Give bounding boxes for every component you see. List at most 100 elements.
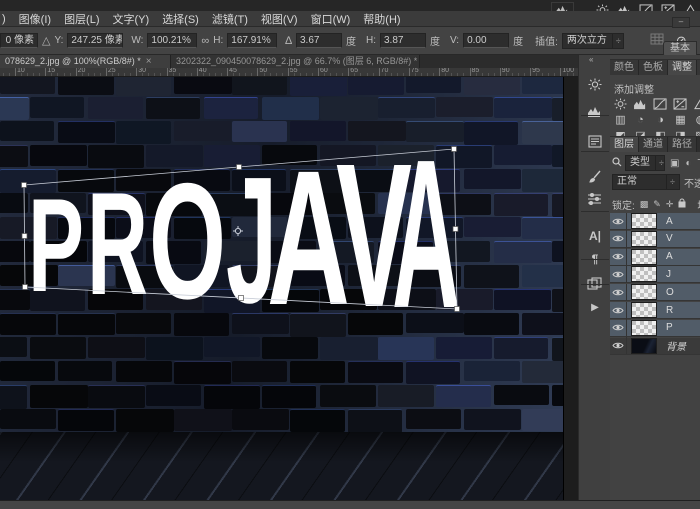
- vibrance-icon[interactable]: [692, 97, 700, 110]
- photo-filter-icon[interactable]: ▦: [672, 113, 689, 126]
- character-panel-icon[interactable]: A|: [579, 224, 611, 248]
- layer-row-A[interactable]: A: [610, 213, 700, 230]
- ruler-number: 70: [381, 68, 389, 74]
- warp-mode-icon[interactable]: [650, 32, 664, 50]
- transform-reference-point[interactable]: [233, 226, 243, 236]
- lock-kind-icon-1[interactable]: ✎: [653, 199, 661, 210]
- layer-thumbnail[interactable]: [631, 302, 657, 318]
- visibility-eye-icon[interactable]: [610, 248, 627, 265]
- panel-minimize-button[interactable]: –: [672, 17, 690, 28]
- visibility-eye-icon[interactable]: [610, 337, 627, 354]
- adjustments-panel-icon[interactable]: [579, 72, 611, 96]
- document-tab[interactable]: 3202322_090450078629_2.jpg @ 66.7% (图层 6…: [171, 55, 420, 68]
- visibility-eye-icon[interactable]: [610, 319, 627, 336]
- layer-row-O[interactable]: O: [610, 284, 700, 301]
- exposure-icon[interactable]: [672, 97, 689, 110]
- menu-item-7[interactable]: 窗口(W): [311, 11, 351, 27]
- ruler-number: 75: [411, 68, 419, 74]
- menu-item-1[interactable]: 图像(I): [19, 11, 51, 27]
- document-tab[interactable]: 078629_2.jpg @ 100%(RGB/8#) * ×: [0, 55, 171, 68]
- transform-outline: [24, 149, 457, 309]
- transform-handle[interactable]: [455, 307, 460, 312]
- brush-panel-icon[interactable]: [579, 164, 611, 188]
- panel-tab[interactable]: 调整: [668, 60, 697, 75]
- menu-item-2[interactable]: 图层(L): [64, 11, 99, 27]
- transform-handle[interactable]: [23, 285, 28, 290]
- tool-presets-panel-icon[interactable]: [579, 186, 611, 210]
- visibility-eye-icon[interactable]: [610, 302, 627, 319]
- vskew-field[interactable]: 0.00: [463, 33, 509, 48]
- actions-panel-icon[interactable]: ▶: [579, 295, 611, 319]
- document-canvas[interactable]: PROJAVA: [0, 77, 563, 500]
- relative-position-icon[interactable]: △: [42, 34, 50, 47]
- rotate-unit: 度: [346, 33, 356, 48]
- brightness-contrast-icon[interactable]: [612, 97, 629, 110]
- layer-row-V[interactable]: V: [610, 231, 700, 248]
- layer-thumbnail[interactable]: [631, 231, 657, 247]
- layer-row-P[interactable]: P: [610, 320, 700, 337]
- close-tab-icon[interactable]: ×: [146, 55, 152, 68]
- lock-all-icon[interactable]: [678, 195, 686, 213]
- layer-thumbnail[interactable]: [631, 266, 657, 282]
- menu-item-4[interactable]: 选择(S): [162, 11, 199, 27]
- hue-saturation-icon[interactable]: ▥: [612, 113, 629, 126]
- menu-item-6[interactable]: 视图(V): [261, 11, 298, 27]
- hskew-field[interactable]: 3.87: [380, 33, 426, 48]
- panel-tab[interactable]: 色板: [639, 60, 668, 75]
- layer-thumbnail[interactable]: [631, 213, 657, 229]
- y-position-field[interactable]: 247.25 像素: [67, 33, 123, 48]
- visibility-eye-icon[interactable]: [610, 284, 627, 301]
- layer-row-A[interactable]: A: [610, 249, 700, 266]
- width-label: W:: [131, 35, 143, 46]
- clone-source-panel-icon[interactable]: [579, 271, 611, 295]
- transform-handle[interactable]: [453, 227, 458, 232]
- layer-thumbnail[interactable]: [631, 338, 657, 354]
- lock-kind-icon-0[interactable]: ▩: [640, 199, 649, 210]
- black-white-icon[interactable]: ◑: [652, 113, 669, 126]
- transform-handle[interactable]: [239, 296, 244, 301]
- layer-row-R[interactable]: R: [610, 302, 700, 319]
- interpolation-dropdown[interactable]: 两次立方 ÷: [562, 33, 624, 49]
- visibility-eye-icon[interactable]: [610, 213, 627, 230]
- width-field[interactable]: 100.21%: [147, 33, 197, 48]
- transform-handle[interactable]: [452, 147, 457, 152]
- layer-thumbnail[interactable]: [631, 284, 657, 300]
- layer-thumbnail[interactable]: [631, 249, 657, 265]
- panel-tab[interactable]: 颜色: [610, 60, 639, 75]
- ruler-number: 30: [138, 68, 146, 74]
- layers-panel-tab[interactable]: 路径: [668, 137, 697, 152]
- menu-item-5[interactable]: 滤镜(T): [212, 11, 248, 27]
- layer-thumbnail[interactable]: [631, 320, 657, 336]
- curves-icon[interactable]: [652, 97, 669, 110]
- transform-handle[interactable]: [22, 234, 27, 239]
- histogram-panel-icon[interactable]: [579, 99, 611, 123]
- transform-handle[interactable]: [22, 183, 27, 188]
- x-position-field[interactable]: 0 像素: [0, 33, 38, 48]
- menu-item-3[interactable]: 文字(Y): [113, 11, 150, 27]
- height-field[interactable]: 167.91%: [227, 33, 277, 48]
- filter-kind-icon-0[interactable]: ▣: [670, 158, 679, 169]
- transform-handle[interactable]: [237, 165, 242, 170]
- info-panel-icon[interactable]: [579, 129, 611, 153]
- color-balance-icon[interactable]: ◔: [632, 113, 649, 126]
- ruler-number: 55: [290, 68, 298, 74]
- layers-tab-strip: 图层通道路径: [610, 136, 700, 152]
- layer-row-背景[interactable]: 背景: [610, 338, 700, 355]
- menu-item-8[interactable]: 帮助(H): [363, 11, 400, 27]
- blend-mode-dropdown[interactable]: 正常 ÷: [612, 174, 680, 190]
- visibility-eye-icon[interactable]: [610, 266, 627, 283]
- menu-item-0[interactable]: ): [2, 13, 6, 25]
- lock-kind-icon-2[interactable]: ✛: [666, 199, 674, 210]
- link-dimensions-icon[interactable]: ∞: [201, 35, 209, 47]
- free-transform-box[interactable]: [0, 77, 563, 500]
- layers-panel-tab[interactable]: 通道: [639, 137, 668, 152]
- expand-dock-icon[interactable]: «: [589, 55, 593, 64]
- visibility-eye-icon[interactable]: [610, 230, 627, 247]
- layers-panel-tab[interactable]: 图层: [610, 137, 639, 152]
- layer-row-J[interactable]: J: [610, 266, 700, 283]
- rotate-field[interactable]: 3.67: [296, 33, 342, 48]
- filter-type-dropdown[interactable]: 类型 ÷: [625, 155, 665, 171]
- levels-icon[interactable]: [632, 97, 649, 110]
- filter-kind-icon-1[interactable]: ◐: [685, 158, 691, 169]
- channel-mixer-icon[interactable]: ◍: [692, 113, 700, 126]
